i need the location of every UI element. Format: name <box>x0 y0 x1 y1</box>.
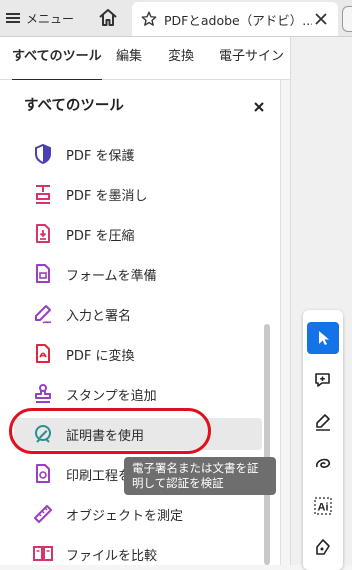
redact-icon <box>36 185 50 204</box>
sign-pen-icon <box>35 305 52 324</box>
tool-measure-object[interactable]: オブジェクトを測定 <box>14 498 262 530</box>
tool-redact-pdf[interactable]: PDF を墨消し <box>14 178 262 210</box>
tool-label: PDF を保護 <box>66 148 135 164</box>
home-icon[interactable] <box>96 6 120 30</box>
tool-label: ファイルを比較 <box>66 548 158 564</box>
certificate-tooltip: 電子署名または文書を証明して認証を検証 <box>124 457 276 495</box>
text-tool-button[interactable]: Ai <box>307 490 339 522</box>
compare-icon <box>33 546 53 561</box>
tool-label: オブジェクトを測定 <box>66 508 184 524</box>
close-tab-icon[interactable] <box>314 12 328 26</box>
svg-text:Ai: Ai <box>318 502 329 514</box>
pen-icon <box>316 414 330 431</box>
menu-button[interactable]: メニュー <box>6 4 82 32</box>
convert-pdf-icon <box>36 344 50 363</box>
menu-label: メニュー <box>26 11 75 26</box>
tool-fill-and-sign[interactable]: 入力と署名 <box>14 298 262 330</box>
tool-label: スタンプを追加 <box>66 388 157 404</box>
highlight-tool-button[interactable] <box>307 406 339 438</box>
tool-prepare-form[interactable]: フォームを準備 <box>14 258 262 290</box>
draw-tool-button[interactable] <box>307 448 339 480</box>
stamp-icon <box>35 384 51 403</box>
ruler-icon <box>34 505 52 523</box>
star-icon[interactable] <box>140 10 158 28</box>
freehand-icon <box>316 458 331 468</box>
tool-label: PDF を墨消し <box>66 188 148 204</box>
tab-edit[interactable]: 編集 <box>116 37 142 79</box>
cursor-icon <box>319 331 329 345</box>
tool-add-stamp[interactable]: スタンプを追加 <box>14 378 262 410</box>
document-tab[interactable]: PDFとadobe（アドビ）... <box>132 2 338 36</box>
tool-label: PDF を圧縮 <box>66 228 135 244</box>
select-tool-button[interactable] <box>307 322 339 354</box>
document-tab-title: PDFとadobe（アドビ）... <box>164 12 312 28</box>
comment-icon <box>315 373 330 387</box>
fountain-pen-icon <box>316 539 330 555</box>
shield-icon <box>35 143 51 165</box>
form-icon <box>36 264 50 283</box>
hamburger-icon <box>6 13 20 23</box>
close-icon[interactable] <box>252 100 266 114</box>
panel-title: すべてのツール <box>24 98 124 114</box>
tab-all-tools[interactable]: すべてのツール <box>12 37 102 81</box>
tool-compress-pdf[interactable]: PDF を圧縮 <box>14 218 262 250</box>
tool-label: PDF に変換 <box>66 348 135 364</box>
annotation-highlight-circle <box>9 408 211 454</box>
sign-tool-button[interactable] <box>307 532 339 564</box>
tool-label: 入力と署名 <box>66 308 132 324</box>
print-production-icon <box>36 464 50 483</box>
tool-protect-pdf[interactable]: PDF を保護 <box>14 138 262 170</box>
panel-scrollbar[interactable] <box>264 324 270 565</box>
tool-label: 印刷工程を <box>66 468 132 484</box>
tool-convert-to-pdf[interactable]: PDF に変換 <box>14 338 262 370</box>
text-box-icon: Ai <box>314 497 332 515</box>
add-comment-button[interactable] <box>307 364 339 396</box>
tool-compare-files[interactable]: ファイルを比較 <box>14 538 262 570</box>
quick-tools-toolbar: Ai <box>303 310 343 570</box>
tab-e-sign[interactable]: 電子サイン <box>219 37 284 79</box>
tool-tabs: すべてのツール 編集 変換 電子サイン <box>0 37 290 81</box>
compress-icon <box>36 224 50 243</box>
browser-top-bar: メニュー PDFとadobe（アドビ）... <box>0 0 352 37</box>
sidebar-edge-button[interactable] <box>342 6 352 32</box>
tab-convert[interactable]: 変換 <box>168 37 194 79</box>
tool-label: フォームを準備 <box>66 268 157 284</box>
